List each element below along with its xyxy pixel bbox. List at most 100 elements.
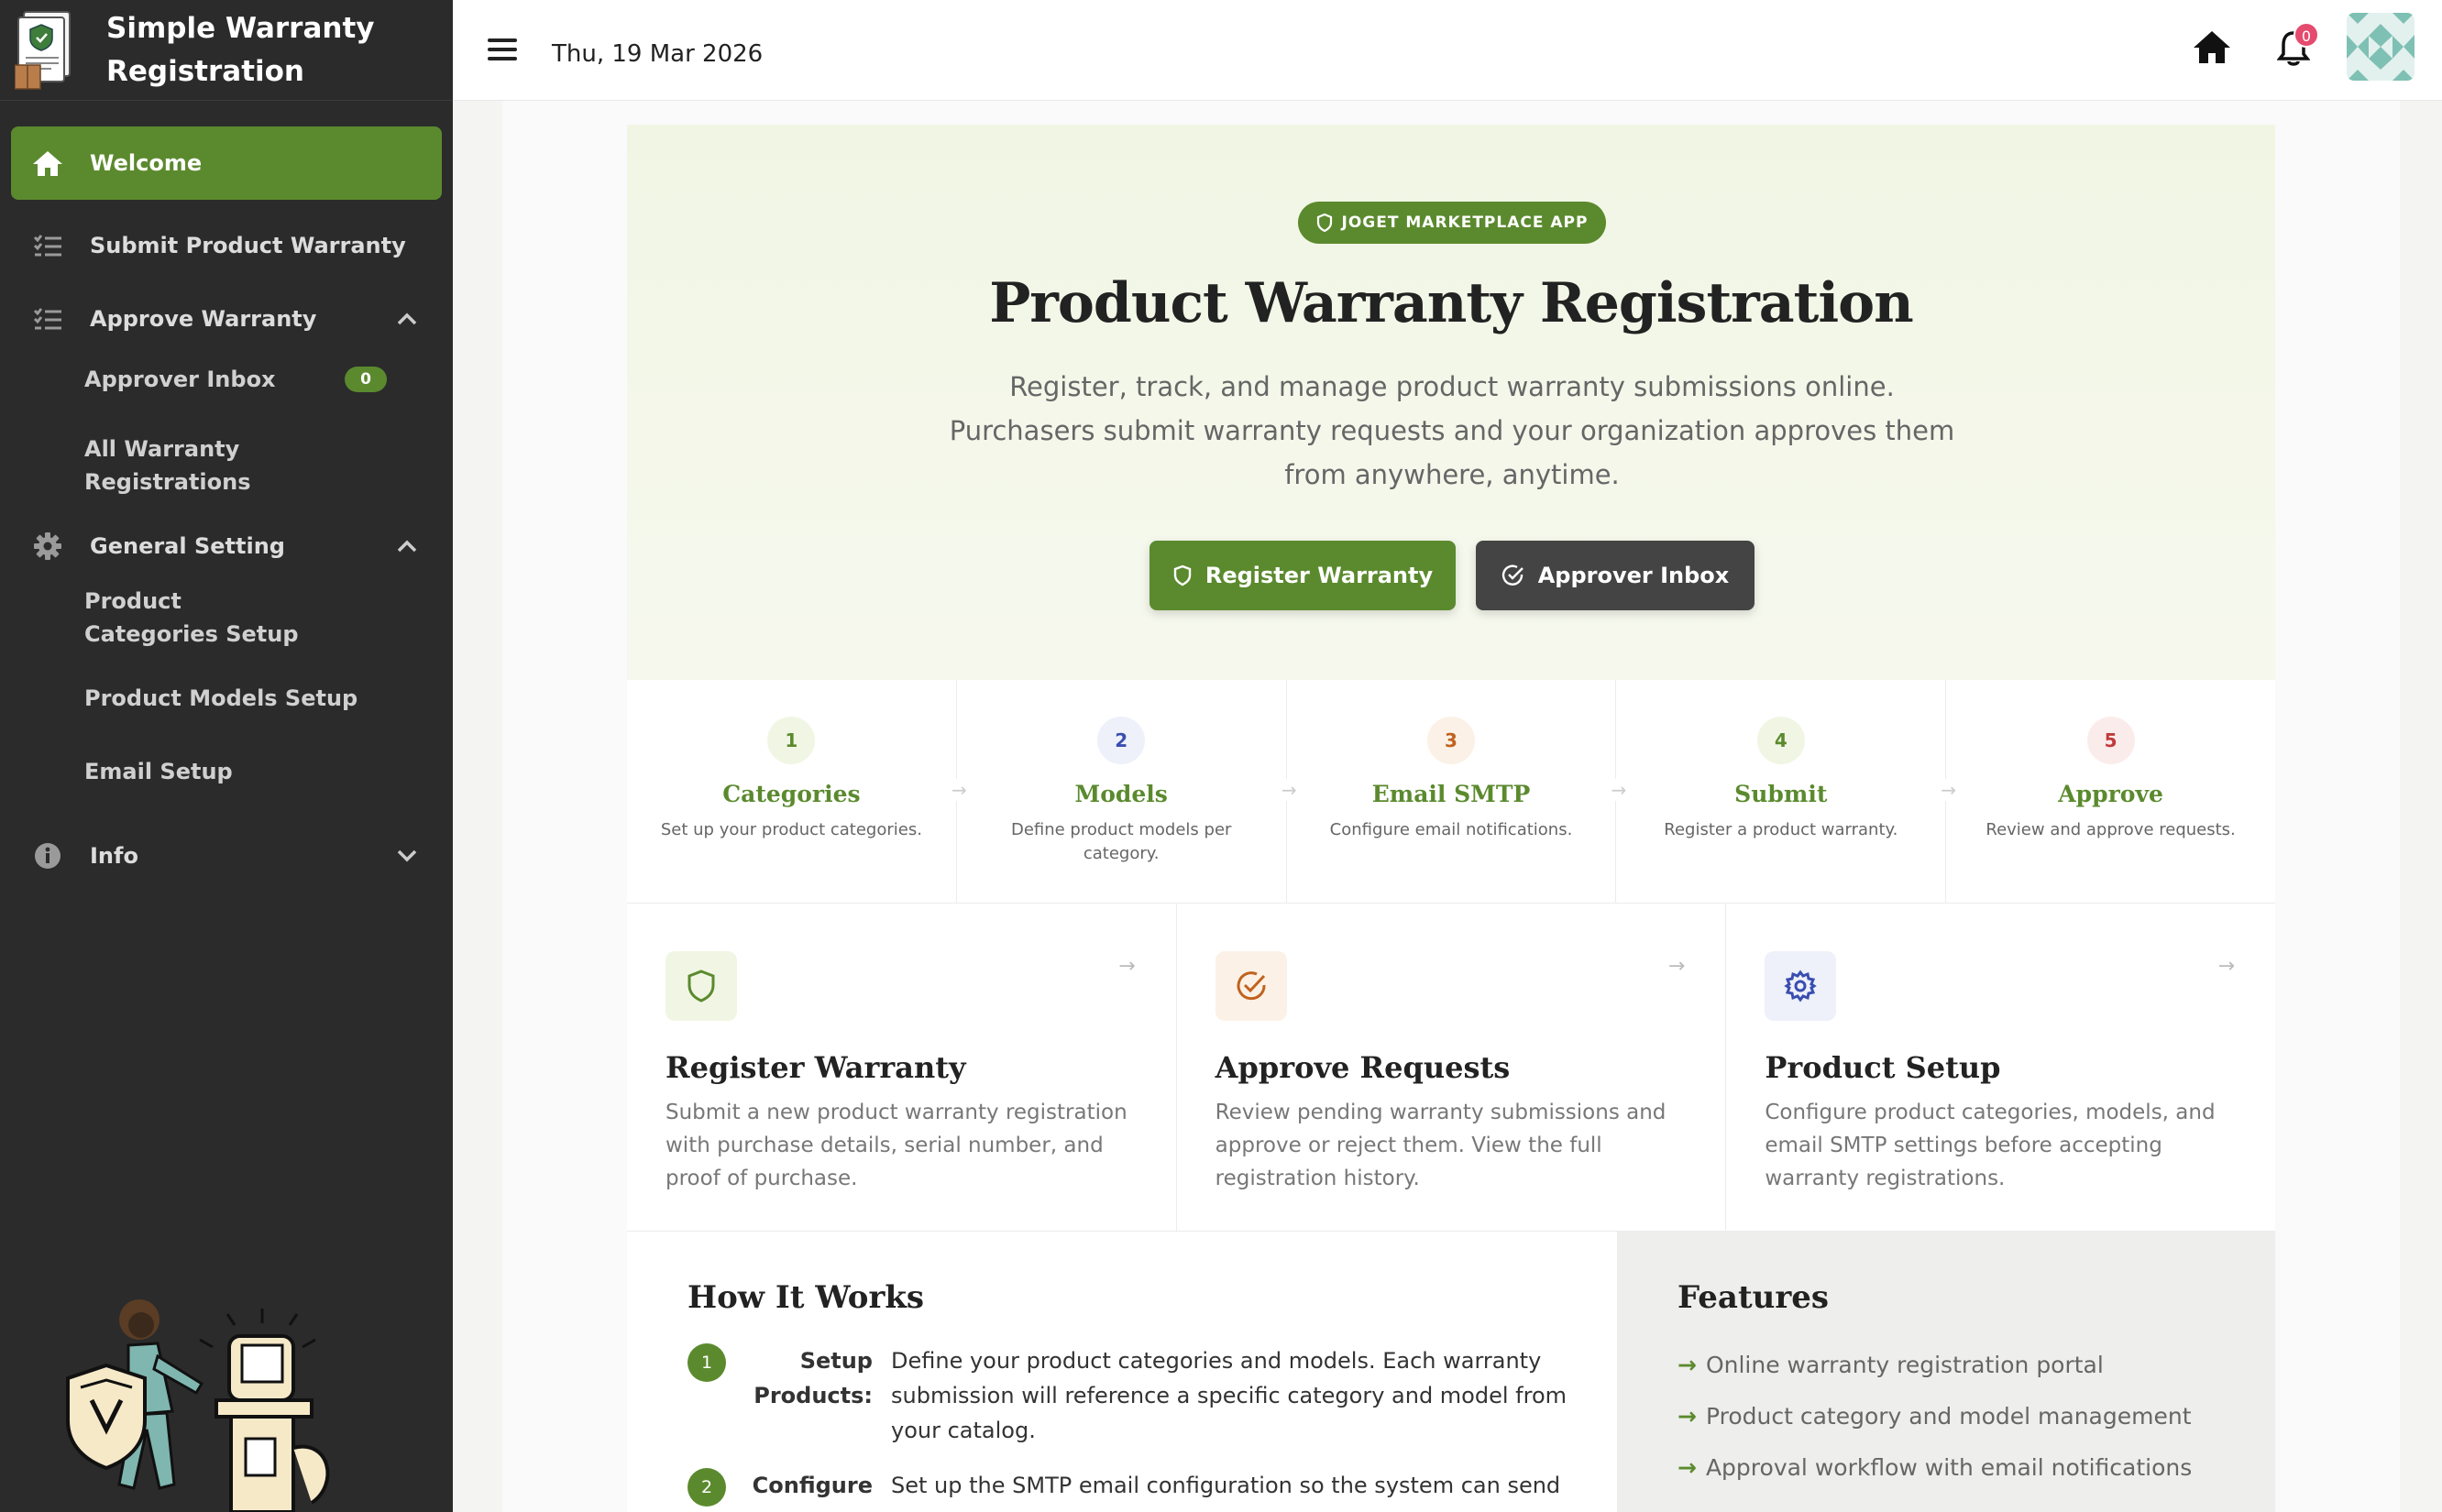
card-product-setup[interactable]: → Product Setup Configure product catego…: [1726, 904, 2275, 1231]
arrow-right-icon: →: [1678, 1403, 1697, 1430]
chevron-up-icon[interactable]: [396, 533, 418, 559]
button-label: Approver Inbox: [1537, 563, 1730, 588]
arrow-right-icon: →: [1611, 779, 1627, 801]
register-warranty-button[interactable]: Register Warranty: [1150, 541, 1456, 610]
sidebar-item-approver-inbox[interactable]: Approver Inbox 0: [0, 363, 453, 422]
sidebar-illustration: [55, 1292, 403, 1512]
pill-label: JOGET MARKETPLACE APP: [1341, 214, 1589, 232]
card-approve-requests[interactable]: → Approve Requests Review pending warran…: [1177, 904, 1727, 1231]
feature-text: Approval workflow with email notificatio…: [1705, 1454, 2193, 1481]
sidebar-item-product-categories-setup[interactable]: Product Categories Setup: [0, 585, 330, 651]
step-email-smtp[interactable]: 3 Email SMTP Configure email notificatio…: [1287, 680, 1627, 903]
sidebar-item-welcome[interactable]: Welcome: [11, 126, 442, 200]
page-title: Product Warranty Registration: [989, 271, 1914, 335]
arrow-right-icon: →: [1678, 1352, 1697, 1378]
shield-icon: [1173, 564, 1192, 586]
app-logo: [14, 10, 77, 91]
section-title: How It Works: [688, 1279, 925, 1316]
sidebar-item-label: Approver Inbox: [84, 367, 276, 392]
card-description: Submit a new product warranty registrati…: [666, 1101, 1128, 1190]
sidebar-item-label: Welcome: [90, 150, 203, 176]
sidebar-nav: Welcome Submit Product Warranty Approve …: [0, 101, 453, 893]
step-approve[interactable]: 5 Approve Review and approve requests.: [1946, 680, 2275, 903]
step-description: Set up your product categories.: [660, 820, 922, 839]
how-step-text: Set up the SMTP email configuration so t…: [891, 1473, 1561, 1498]
chevron-up-icon[interactable]: [396, 306, 418, 332]
how-step-text: Define your product categories and model…: [891, 1348, 1568, 1443]
sidebar-item-label: All Warranty Registrations: [84, 436, 251, 495]
step-description: Configure email notifications.: [1329, 820, 1573, 839]
sidebar-item-product-models-setup[interactable]: Product Models Setup: [0, 682, 453, 715]
arrow-right-icon: →: [1281, 779, 1297, 801]
sidebar-item-submit-product-warranty[interactable]: Submit Product Warranty: [11, 209, 442, 282]
check-circle-icon: [1502, 564, 1524, 586]
hero-description: Register, track, and manage product warr…: [949, 371, 1955, 490]
card-title: Register Warranty: [666, 1050, 966, 1085]
features-list: → Online warranty registration portal → Pr…: [1678, 1340, 2275, 1494]
feature-item: → Approval workflow with email notificati…: [1678, 1442, 2275, 1494]
feature-cards: → Register Warranty Submit a new product…: [627, 904, 2275, 1232]
sidebar-item-label: Approve Warranty: [90, 306, 317, 332]
how-step-label: Configure: [752, 1473, 873, 1498]
sidebar-item-label: Product Categories Setup: [84, 588, 299, 647]
home-icon[interactable]: [2193, 29, 2231, 68]
arrow-right-icon: →: [1941, 779, 1957, 801]
check-circle-icon: [1215, 951, 1287, 1021]
app-title: Simple Warranty Registration: [106, 11, 375, 88]
how-step: 1 Setup Products: Define your product ca…: [688, 1343, 1617, 1448]
step-submit[interactable]: 4 Submit Register a product warranty. →: [1616, 680, 1957, 903]
sidebar-item-label: Submit Product Warranty: [90, 233, 406, 258]
chevron-down-icon[interactable]: [396, 843, 418, 869]
step-description: Define product models per category.: [1010, 820, 1232, 863]
sidebar-item-email-setup[interactable]: Email Setup: [0, 755, 453, 788]
step-categories[interactable]: 1 Categories Set up your product categor…: [627, 680, 967, 903]
topbar: Thu, 19 Mar 2026 0: [453, 0, 2442, 101]
inbox-count-badge: 0: [345, 367, 387, 392]
features-section: Features → Online warranty registration p…: [1617, 1232, 2275, 1512]
sidebar-item-approve-warranty[interactable]: Approve Warranty: [11, 282, 442, 356]
shield-icon: [666, 951, 737, 1021]
sidebar-item-info[interactable]: Info: [11, 819, 442, 893]
approver-inbox-button[interactable]: Approver Inbox: [1476, 541, 1754, 610]
card-description: Configure product categories, models, an…: [1765, 1101, 2216, 1190]
step-description: Review and approve requests.: [1986, 820, 2236, 839]
how-step-number: 2: [688, 1468, 726, 1507]
section-title: Features: [1678, 1279, 1830, 1316]
setup-steps: 1 Categories Set up your product categor…: [627, 680, 2275, 904]
feature-item: → Product category and model management: [1678, 1391, 2275, 1442]
arrow-right-icon: →: [1667, 955, 1686, 978]
sidebar-item-all-warranty-registrations[interactable]: All Warranty Registrations: [0, 433, 293, 499]
step-title: Models: [1074, 781, 1168, 807]
card-title: Product Setup: [1765, 1050, 2001, 1085]
shield-icon: [1316, 214, 1332, 232]
step-title: Submit: [1734, 781, 1828, 807]
step-description: Register a product warranty.: [1664, 820, 1898, 839]
arrow-right-icon: →: [952, 779, 967, 801]
brand[interactable]: Simple Warranty Registration: [0, 0, 453, 101]
how-step: 2 Configure Set up the SMTP email config…: [688, 1468, 1617, 1507]
gear-icon: [1765, 951, 1837, 1021]
feature-text: Product category and model management: [1705, 1403, 2192, 1430]
sidebar-item-general-setting[interactable]: General Setting: [11, 509, 442, 583]
arrow-right-icon: →: [1678, 1454, 1697, 1481]
sidebar-item-label: Email Setup: [84, 759, 233, 784]
notification-count-badge: 0: [2294, 22, 2319, 48]
step-number: 1: [767, 717, 816, 764]
sidebar: Simple Warranty Registration Welcome Sub…: [0, 0, 453, 1512]
hamburger-menu-icon[interactable]: [488, 38, 517, 62]
step-models[interactable]: 2 Models Define product models per categ…: [957, 680, 1297, 903]
feature-text: Online warranty registration portal: [1705, 1352, 2104, 1378]
sidebar-item-label: General Setting: [90, 533, 285, 559]
avatar[interactable]: [2347, 13, 2414, 81]
hero-section: JOGET MARKETPLACE APP Product Warranty R…: [627, 125, 2275, 680]
card-register-warranty[interactable]: → Register Warranty Submit a new product…: [627, 904, 1177, 1231]
step-number: 4: [1756, 717, 1805, 764]
arrow-right-icon: →: [1118, 955, 1136, 978]
list-icon: [31, 302, 64, 335]
arrow-right-icon: →: [2217, 955, 2236, 978]
home-icon: [31, 147, 64, 180]
current-date: Thu, 19 Mar 2026: [552, 40, 764, 68]
step-number: 3: [1426, 717, 1475, 764]
marketplace-pill: JOGET MARKETPLACE APP: [1298, 202, 1606, 244]
step-number: 5: [2086, 717, 2135, 764]
